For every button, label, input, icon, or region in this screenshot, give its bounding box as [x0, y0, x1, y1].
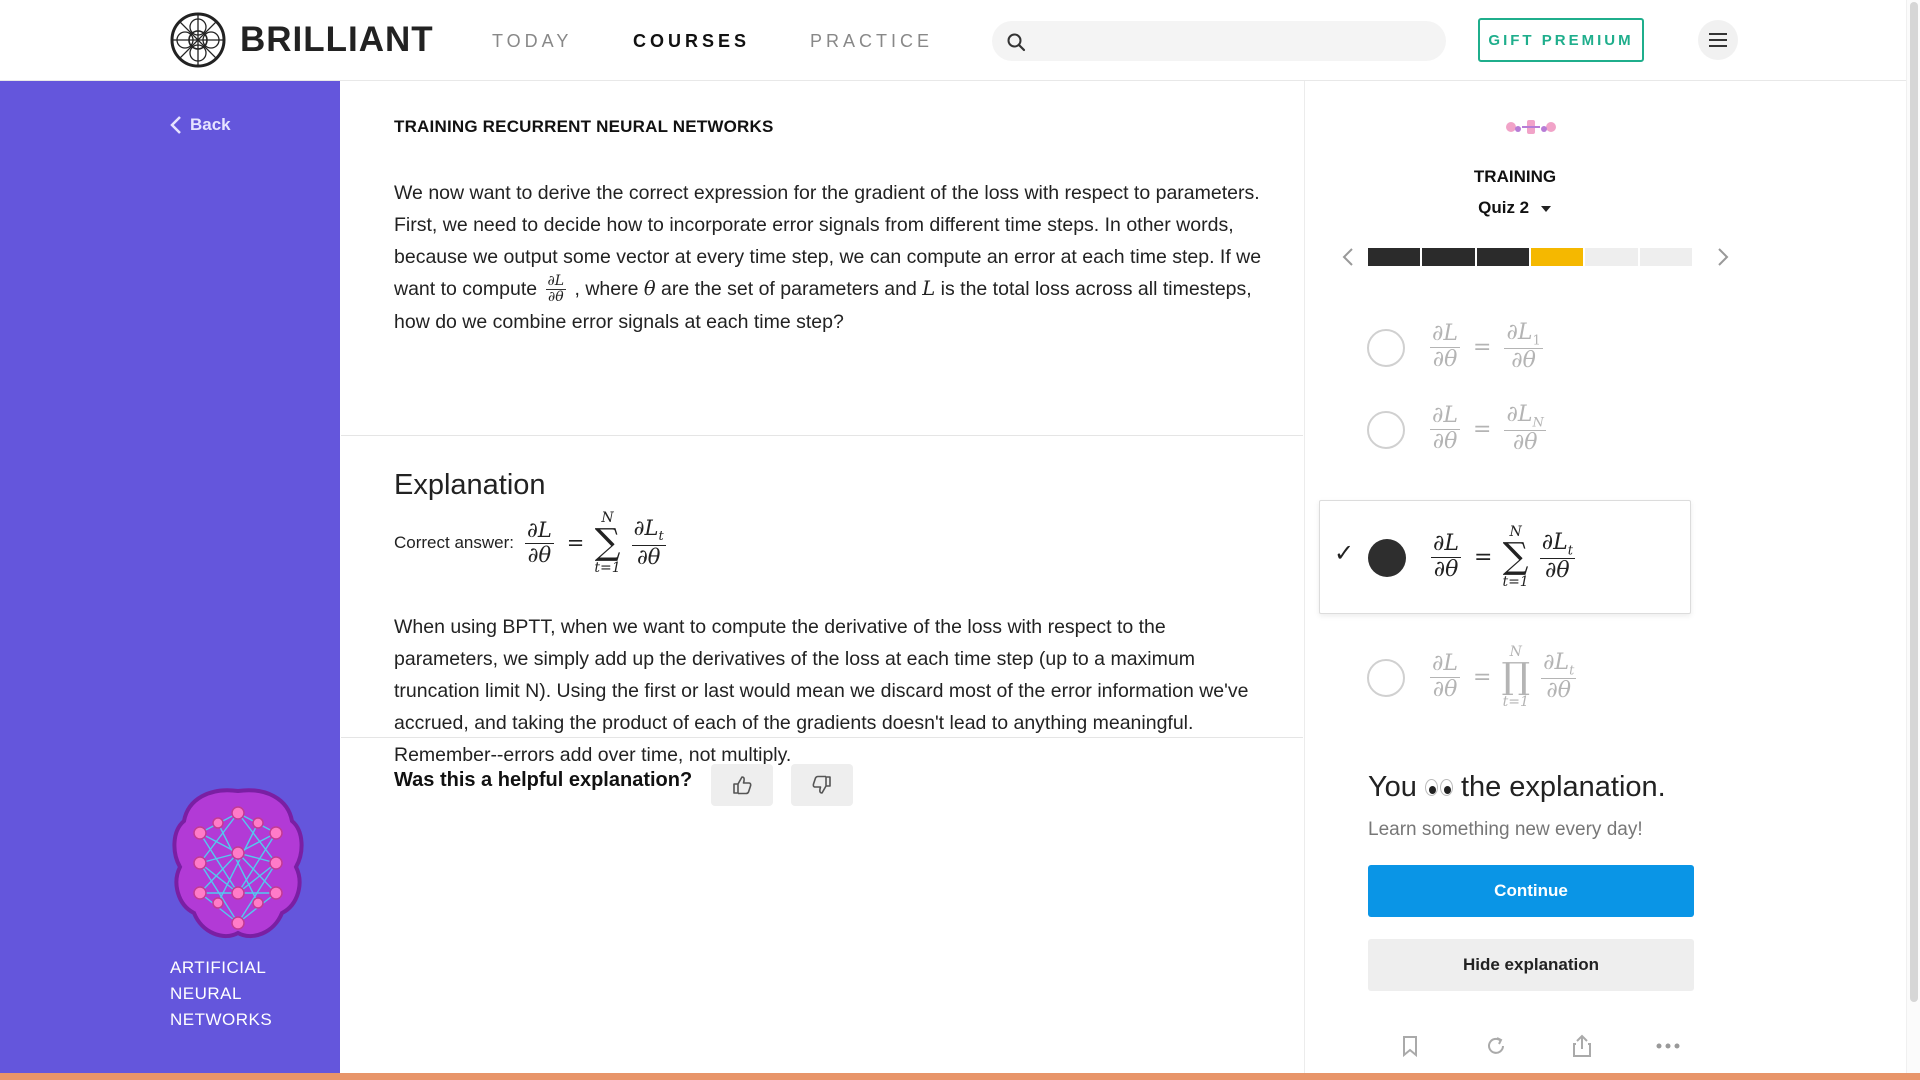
problem-text-part3: are the set of parameters and	[661, 278, 917, 300]
hamburger-icon	[1709, 33, 1727, 47]
quiz-label: Quiz 2	[1478, 198, 1530, 217]
brilliant-logo-icon	[170, 12, 226, 68]
section-divider	[341, 435, 1303, 436]
explanation-body: When using BPTT, when we want to compute…	[394, 616, 1249, 766]
option-formula: ∂L ∂θ = ∂L1 ∂θ	[1430, 319, 1543, 374]
nav-courses[interactable]: COURSES	[633, 31, 750, 52]
chapter-illustration-icon	[1506, 120, 1556, 134]
problem-text-part2: , where	[574, 278, 639, 300]
radio-button-selected[interactable]	[1368, 539, 1406, 577]
search-bar[interactable]	[992, 21, 1446, 61]
quiz-panel: TRAINING Quiz 2 ∂L ∂θ = ∂L1 ∂θ ∂L ∂θ = ∂LN ∂…	[1304, 81, 1920, 1073]
progress-segment-todo	[1585, 248, 1638, 266]
bookmark-icon	[1403, 1036, 1417, 1057]
progress-segment-current	[1530, 248, 1584, 266]
option-formula: ∂L ∂θ = ∂LN ∂θ	[1430, 401, 1546, 456]
theta-symbol: θ	[643, 277, 656, 300]
thumbs-up-button[interactable]	[711, 764, 773, 806]
bottom-accent-bar	[0, 1073, 1920, 1080]
result-subtext: Learn something new every day!	[1368, 819, 1643, 840]
share-icon	[1573, 1034, 1591, 1057]
more-icon	[1656, 1043, 1680, 1049]
result-message: You the explanation.	[1368, 771, 1666, 804]
radio-button[interactable]	[1367, 411, 1405, 449]
loss-symbol: L	[922, 277, 936, 300]
quiz-selector[interactable]: Quiz 2	[1305, 198, 1725, 218]
result-prefix: You	[1368, 771, 1417, 803]
correct-answer-label: Correct answer:	[394, 533, 514, 552]
quiz-progress-bar	[1368, 248, 1692, 266]
explanation-heading: Explanation	[394, 469, 546, 501]
answer-option-4[interactable]: ∂L ∂θ = N ∏ t=1 ∂Lt ∂θ	[1319, 621, 1691, 735]
search-icon	[1007, 33, 1026, 52]
fraction-denominator: ∂θ	[547, 289, 564, 306]
progress-segment-done	[1422, 248, 1475, 266]
search-input[interactable]	[1036, 21, 1436, 61]
option-formula: ∂L ∂θ = N ∏ t=1 ∂Lt ∂θ	[1430, 644, 1577, 710]
back-link[interactable]: Back	[170, 115, 231, 135]
course-sidebar: Back ARTIFICIAL NEURAL NETWORKS	[0, 81, 340, 1073]
progress-segment-done	[1476, 248, 1529, 266]
hide-explanation-button[interactable]: Hide explanation	[1368, 939, 1694, 991]
correct-answer-row: Correct answer: ∂L ∂θ = N ∑ t=1 ∂Lt ∂θ	[394, 511, 669, 575]
share-button[interactable]	[1569, 1033, 1595, 1059]
topic-title: TRAINING RECURRENT NEURAL NETWORKS	[394, 117, 774, 136]
nav-today[interactable]: TODAY	[492, 31, 572, 52]
caret-down-icon	[1540, 206, 1551, 212]
nav-practice[interactable]: PRACTICE	[810, 31, 933, 52]
refresh-button[interactable]	[1483, 1033, 1509, 1059]
prev-problem-button[interactable]	[1337, 241, 1359, 273]
continue-button[interactable]: Continue	[1368, 865, 1694, 917]
thumbs-down-icon	[812, 775, 831, 794]
option-formula: ∂L ∂θ = N ∑ t=1 ∂Lt ∂θ	[1431, 524, 1575, 590]
inline-gradient-fraction: ∂L ∂θ	[545, 272, 567, 306]
problem-text: We now want to derive the correct expres…	[394, 177, 1274, 338]
scrollbar-thumb[interactable]	[1910, 2, 1918, 1002]
checkmark-icon: ✓	[1334, 540, 1355, 567]
radio-button[interactable]	[1367, 659, 1405, 697]
result-suffix: the explanation.	[1460, 771, 1666, 803]
progress-segment-done	[1368, 248, 1421, 266]
correct-answer-formula: ∂L ∂θ = N ∑ t=1 ∂Lt ∂θ	[524, 510, 666, 576]
answer-option-2[interactable]: ∂L ∂θ = ∂LN ∂θ	[1319, 379, 1691, 479]
bookmark-button[interactable]	[1397, 1033, 1423, 1059]
menu-button[interactable]	[1698, 20, 1738, 60]
more-options-button[interactable]	[1655, 1033, 1681, 1059]
progress-segment-todo	[1639, 248, 1692, 266]
chevron-left-icon	[1342, 248, 1353, 266]
course-title: ARTIFICIAL NEURAL NETWORKS	[170, 958, 273, 1029]
thumbs-up-icon	[733, 776, 752, 795]
refresh-icon	[1488, 1037, 1504, 1054]
chevron-right-icon	[1718, 248, 1729, 266]
helpful-question: Was this a helpful explanation?	[394, 769, 693, 791]
top-header: BRILLIANT TODAY COURSES PRACTICE GIFT PR…	[0, 0, 1920, 81]
thumbs-down-button[interactable]	[791, 764, 853, 806]
next-problem-button[interactable]	[1712, 241, 1734, 273]
gift-premium-button[interactable]: GIFT PREMIUM	[1478, 18, 1644, 62]
brand-logo[interactable]: BRILLIANT	[170, 12, 434, 68]
neural-brain-icon	[172, 788, 304, 939]
brand-name: BRILLIANT	[240, 20, 434, 59]
back-label: Back	[190, 115, 231, 134]
fraction-numerator: ∂L	[545, 272, 567, 291]
radio-button[interactable]	[1367, 329, 1405, 367]
eyes-emoji-icon	[1424, 779, 1453, 796]
page-scrollbar[interactable]	[1906, 0, 1920, 1073]
main-content: TRAINING RECURRENT NEURAL NETWORKS We no…	[341, 81, 1303, 1073]
answer-option-3[interactable]: ✓ ∂L ∂θ = N ∑ t=1 ∂Lt ∂θ	[1319, 500, 1691, 614]
chapter-title: TRAINING	[1473, 167, 1557, 186]
chevron-left-icon	[170, 116, 181, 134]
section-divider	[341, 737, 1303, 738]
